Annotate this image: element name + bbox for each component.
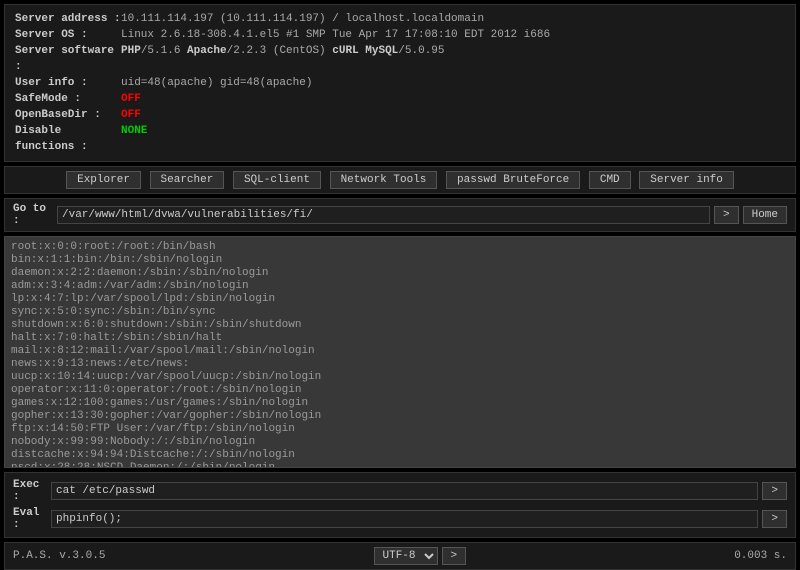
value-server-address: 10.111.114.197 (10.111.114.197) / localh… [121, 11, 484, 27]
footer-version: P.A.S. v.3.0.5 [13, 550, 105, 562]
label-user-info: User info [15, 75, 121, 91]
nav-passwd-bruteforce[interactable]: passwd BruteForce [446, 171, 580, 189]
exec-eval-panel: Exec > Eval > [4, 472, 796, 538]
value-user-info: uid=48(apache) gid=48(apache) [121, 75, 312, 91]
value-server-os: Linux 2.6.18-308.4.1.el5 #1 SMP Tue Apr … [121, 27, 550, 43]
value-disable-functions: NONE [121, 123, 147, 155]
nav-searcher[interactable]: Searcher [150, 171, 225, 189]
label-openbasedir: OpenBaseDir [15, 107, 121, 123]
nav-menu: Explorer Searcher SQL-client Network Too… [4, 166, 796, 194]
label-server-software: Server software [15, 43, 121, 75]
eval-input[interactable] [51, 510, 758, 528]
go-to-row: Go to > Home [4, 198, 796, 232]
command-output[interactable]: root:x:0:0:root:/root:/bin/bash bin:x:1:… [4, 236, 796, 468]
go-button[interactable]: > [714, 206, 739, 224]
nav-network-tools[interactable]: Network Tools [330, 171, 438, 189]
label-safemode: SafeMode [15, 91, 121, 107]
home-button[interactable]: Home [743, 206, 787, 224]
eval-label: Eval [13, 507, 47, 531]
footer-time: 0.003 s. [734, 550, 787, 562]
eval-button[interactable]: > [762, 510, 787, 528]
exec-label: Exec [13, 479, 47, 503]
exec-input[interactable] [51, 482, 758, 500]
value-safemode: OFF [121, 91, 141, 107]
nav-server-info[interactable]: Server info [639, 171, 734, 189]
encoding-apply-button[interactable]: > [442, 547, 467, 565]
value-server-software: PHP/5.1.6 Apache/2.2.3 (CentOS) cURL MyS… [121, 43, 445, 75]
nav-sql-client[interactable]: SQL-client [233, 171, 321, 189]
nav-explorer[interactable]: Explorer [66, 171, 141, 189]
label-disable-functions: Disable functions [15, 123, 121, 155]
label-server-address: Server address [15, 11, 121, 27]
footer: P.A.S. v.3.0.5 UTF-8 > 0.003 s. [4, 542, 796, 570]
encoding-select[interactable]: UTF-8 [374, 547, 438, 565]
nav-cmd[interactable]: CMD [589, 171, 631, 189]
label-server-os: Server OS [15, 27, 121, 43]
exec-button[interactable]: > [762, 482, 787, 500]
go-to-label: Go to [13, 203, 53, 227]
server-info-panel: Server address 10.111.114.197 (10.111.11… [4, 4, 796, 162]
go-to-input[interactable] [57, 206, 710, 224]
value-openbasedir: OFF [121, 107, 141, 123]
